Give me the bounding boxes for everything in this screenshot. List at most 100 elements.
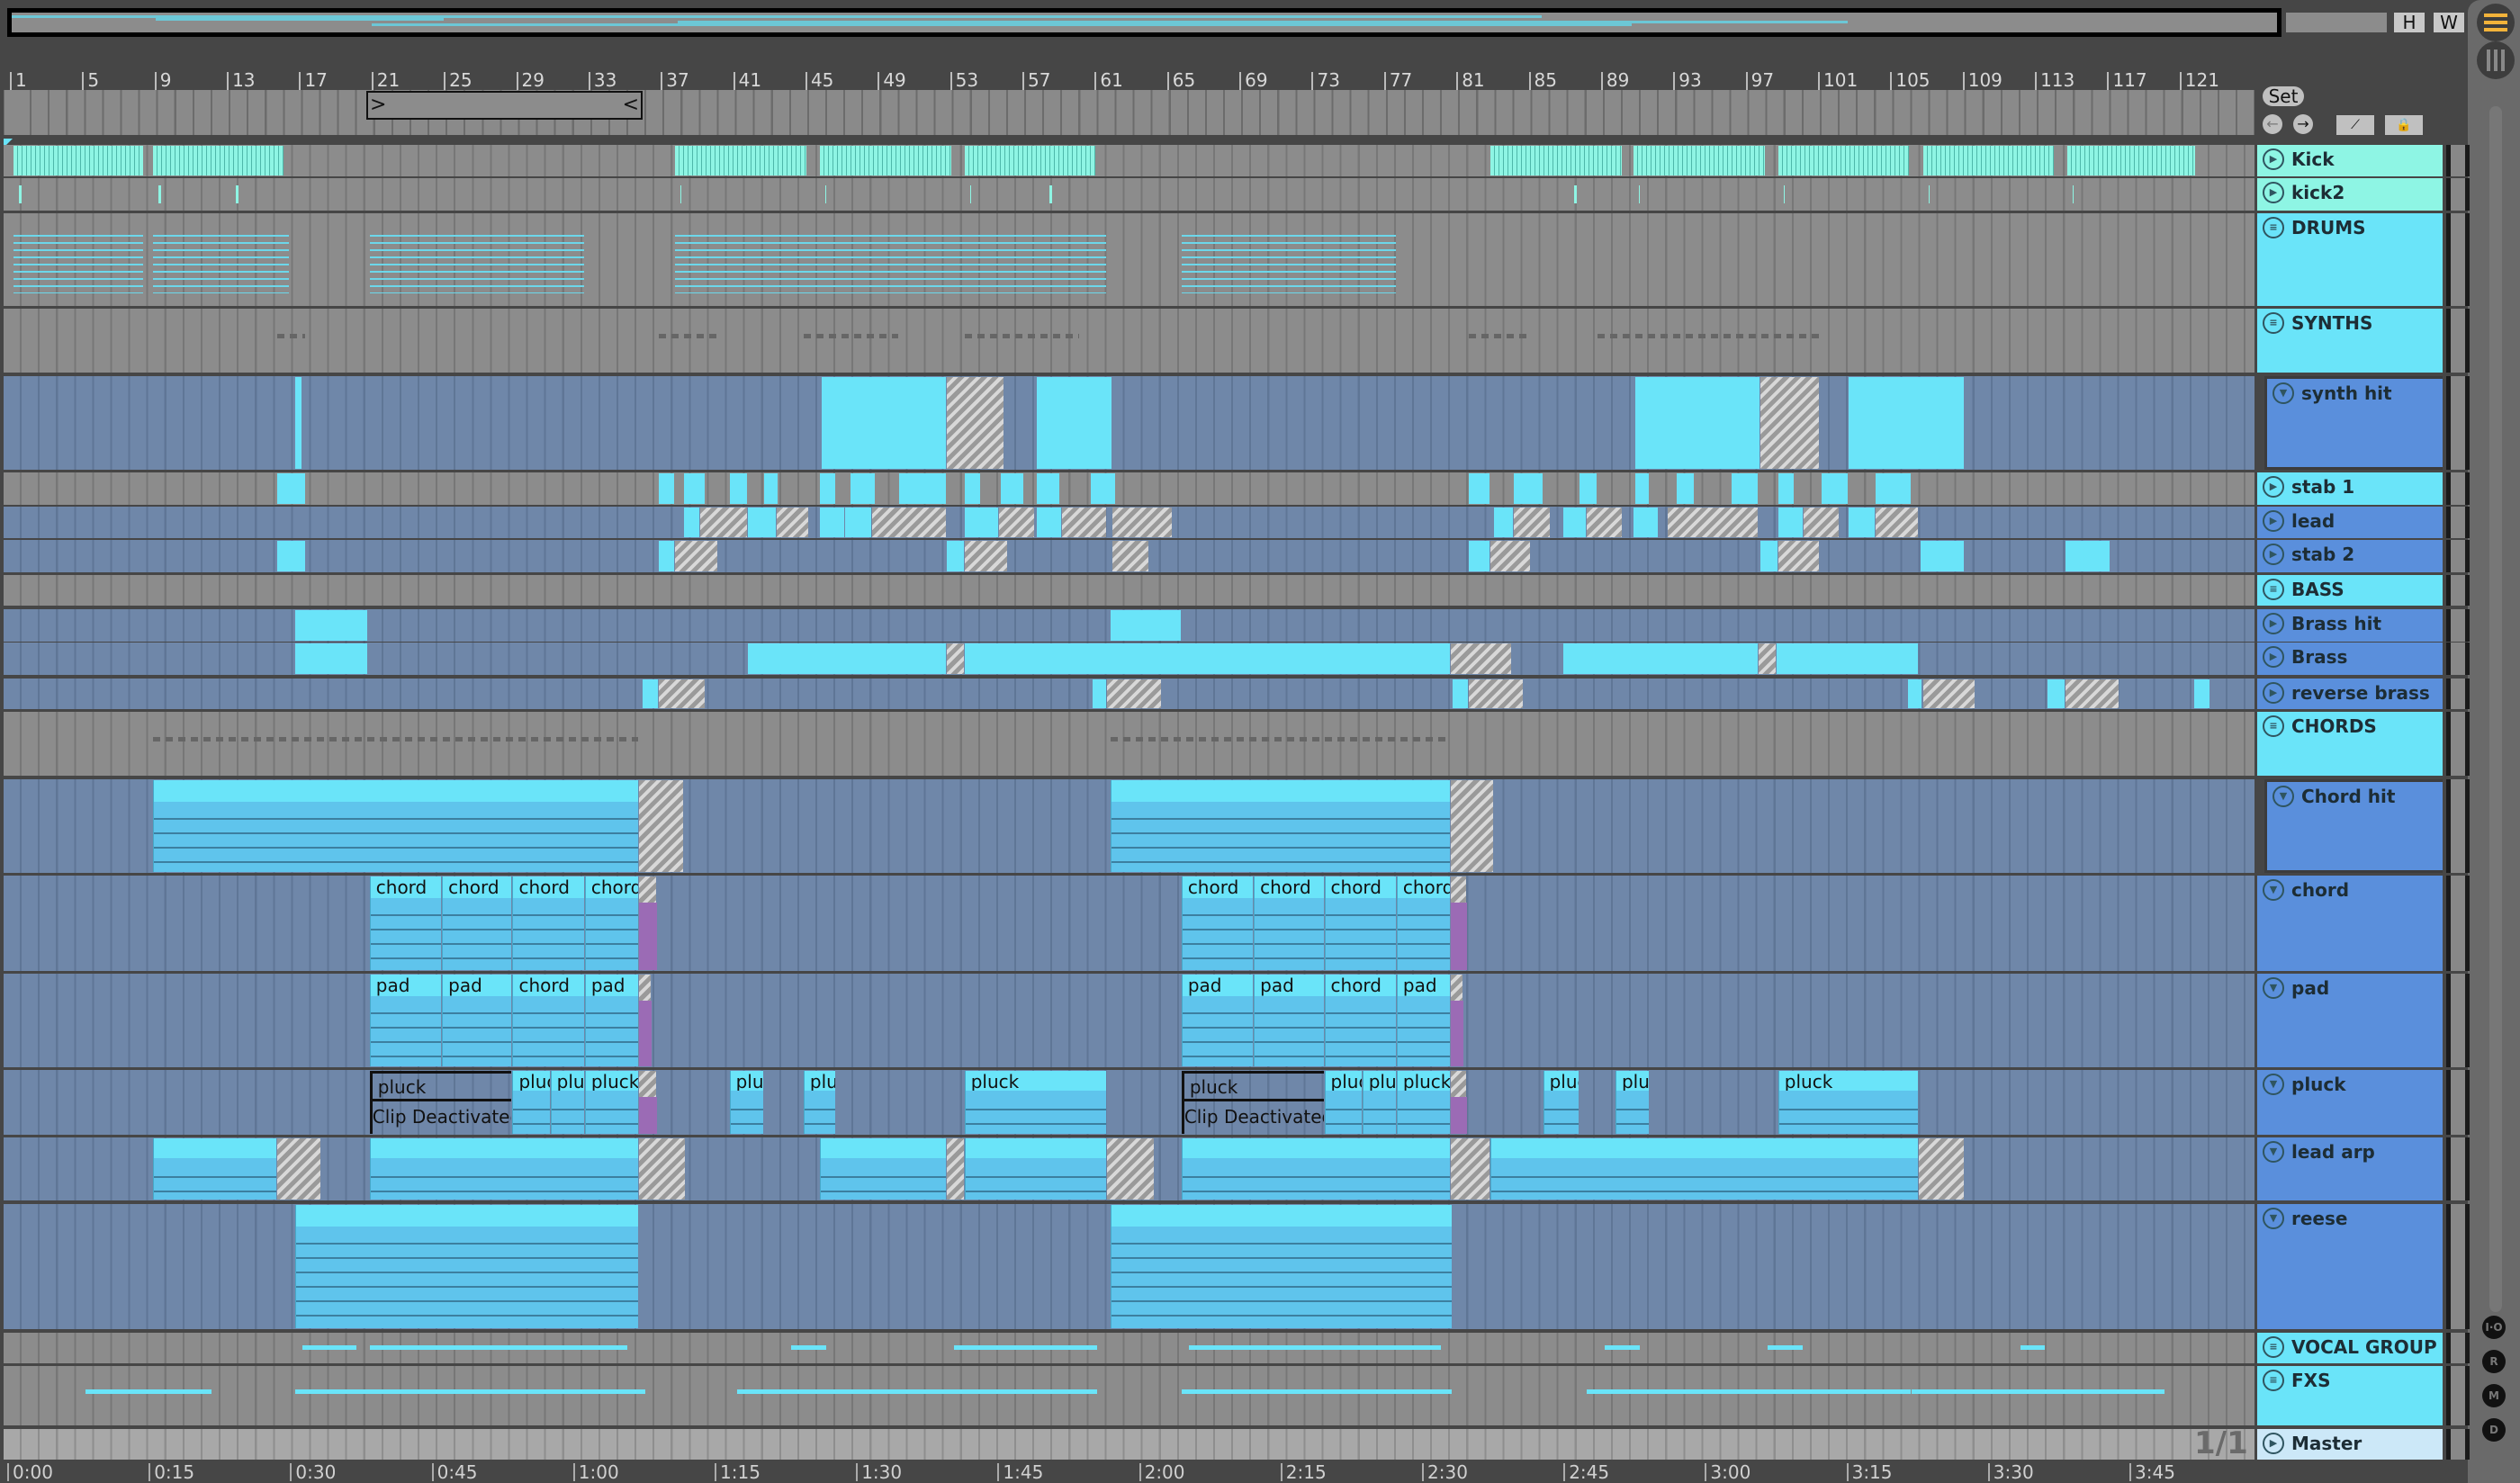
bar-ruler[interactable]: 1 5 9 13 17 21 25 29 33 37 41 45 49 53 57 61 65 69 73 77 81 8…: [4, 65, 2254, 90]
clip[interactable]: [1453, 679, 1469, 708]
clip[interactable]: [295, 1389, 646, 1395]
track-lane-drums[interactable]: [4, 213, 2254, 306]
clip[interactable]: [1597, 334, 1819, 339]
clip[interactable]: [747, 508, 776, 537]
track-header-synth-hit[interactable]: ▼ synth hit: [2264, 376, 2443, 470]
clip[interactable]: [1091, 473, 1116, 504]
track-header-reverse-brass[interactable]: ▶ reverse brass: [2257, 679, 2443, 709]
clip[interactable]: [295, 377, 302, 469]
group-icon[interactable]: ≡: [2263, 217, 2284, 238]
clip[interactable]: [1635, 377, 1760, 469]
clip[interactable]: [964, 591, 1091, 593]
clip[interactable]: pluck: [1396, 1071, 1451, 1134]
clip[interactable]: chord: [369, 876, 442, 970]
track-lane-fxs[interactable]: [4, 1366, 2254, 1425]
play-icon[interactable]: ▶: [2263, 544, 2284, 565]
set-locator-button[interactable]: Set: [2263, 86, 2304, 106]
clip[interactable]: [946, 377, 1004, 469]
clip[interactable]: [1112, 508, 1172, 537]
track-lane-chord-hit[interactable]: [4, 779, 2254, 873]
clip[interactable]: [639, 1071, 657, 1097]
clip[interactable]: [639, 876, 657, 903]
overview-scrollbar[interactable]: [2286, 13, 2387, 32]
track-header-kick2[interactable]: ▶ kick2: [2257, 178, 2443, 211]
play-icon[interactable]: ▶: [2263, 182, 2284, 203]
clip[interactable]: [1494, 508, 1514, 537]
clip[interactable]: [2066, 679, 2120, 708]
clip[interactable]: [1181, 1138, 1451, 1200]
clip[interactable]: [1778, 541, 1819, 571]
clip[interactable]: [998, 508, 1035, 537]
track-lane-master[interactable]: [4, 1429, 2254, 1460]
clip[interactable]: [803, 334, 899, 339]
clip[interactable]: [820, 179, 827, 210]
clip[interactable]: pluck: [1324, 1071, 1362, 1134]
clip[interactable]: [1469, 679, 1523, 708]
track-header-pad[interactable]: ▼ pad: [2257, 974, 2443, 1067]
clip[interactable]: pluck: [729, 1071, 763, 1134]
clip[interactable]: [1921, 541, 1964, 571]
clip[interactable]: [1677, 473, 1695, 504]
clip[interactable]: [2048, 679, 2066, 708]
clip[interactable]: [369, 1138, 639, 1200]
clip[interactable]: [1922, 146, 2055, 175]
clip[interactable]: [675, 146, 806, 175]
play-icon[interactable]: ▶: [2263, 682, 2284, 704]
clip[interactable]: [1062, 508, 1107, 537]
play-icon[interactable]: ▶: [2263, 148, 2284, 170]
clip[interactable]: [684, 473, 706, 504]
fold-triangle-icon[interactable]: ▼: [2272, 786, 2294, 807]
track-lane-synth-hit[interactable]: [4, 376, 2254, 470]
clip[interactable]: [152, 146, 284, 175]
track-lane-lead[interactable]: [4, 507, 2254, 538]
track-header-master[interactable]: ▶ Master: [2257, 1429, 2443, 1460]
clip[interactable]: [230, 179, 239, 210]
clip[interactable]: [295, 1205, 639, 1328]
clip[interactable]: [1586, 508, 1622, 537]
track-lane-lead-arp[interactable]: [4, 1137, 2254, 1200]
clip[interactable]: [1668, 508, 1758, 537]
track-header-synths[interactable]: ≡ SYNTHS: [2257, 309, 2443, 373]
clip[interactable]: pad: [442, 975, 512, 1066]
clip[interactable]: [1922, 679, 1975, 708]
track-lane-kick2[interactable]: [4, 178, 2254, 211]
track-header-stab-2[interactable]: ▶ stab 2: [2257, 540, 2443, 572]
clip[interactable]: [1569, 179, 1577, 210]
track-lane-pluck[interactable]: pluckClip Deactivatedpluckpluckpluckpluc…: [4, 1070, 2254, 1135]
clip[interactable]: [700, 508, 747, 537]
clip[interactable]: [295, 643, 367, 674]
track-lane-stab-2[interactable]: [4, 540, 2254, 572]
clip[interactable]: [659, 473, 675, 504]
clip[interactable]: pluck: [584, 1071, 639, 1134]
clip[interactable]: [946, 1138, 964, 1200]
track-header-chord-hit[interactable]: ▼ Chord hit: [2264, 779, 2443, 873]
track-lane-chords[interactable]: [4, 712, 2254, 776]
clip[interactable]: [964, 541, 1007, 571]
clip[interactable]: [1490, 591, 1622, 593]
clip[interactable]: pad: [1396, 975, 1451, 1066]
clip[interactable]: [152, 1138, 277, 1200]
clip[interactable]: [1908, 679, 1922, 708]
clip[interactable]: [1093, 679, 1107, 708]
clip[interactable]: [965, 179, 971, 210]
clip[interactable]: [1634, 146, 1765, 175]
play-icon[interactable]: ▶: [2263, 1433, 2284, 1454]
track-lane-vocal-group[interactable]: [4, 1333, 2254, 1363]
clip[interactable]: [2193, 679, 2210, 708]
clip[interactable]: [152, 737, 639, 742]
clip[interactable]: [1876, 508, 1919, 537]
clip[interactable]: [1490, 179, 1495, 210]
previous-locator-icon[interactable]: ←: [2263, 114, 2282, 134]
clip[interactable]: [964, 146, 1096, 175]
clip[interactable]: [790, 1344, 827, 1350]
clip[interactable]: pluck: [1543, 1071, 1579, 1134]
clip[interactable]: [1181, 229, 1396, 293]
clip[interactable]: [1107, 679, 1161, 708]
fold-triangle-icon[interactable]: ▼: [2263, 977, 2284, 999]
clip[interactable]: [2020, 1344, 2046, 1350]
play-icon[interactable]: ▶: [2263, 476, 2284, 498]
clip[interactable]: [1451, 1071, 1467, 1097]
fold-triangle-icon[interactable]: ▼: [2272, 382, 2294, 404]
group-icon[interactable]: ≡: [2263, 1336, 2284, 1358]
clip[interactable]: [820, 1138, 946, 1200]
